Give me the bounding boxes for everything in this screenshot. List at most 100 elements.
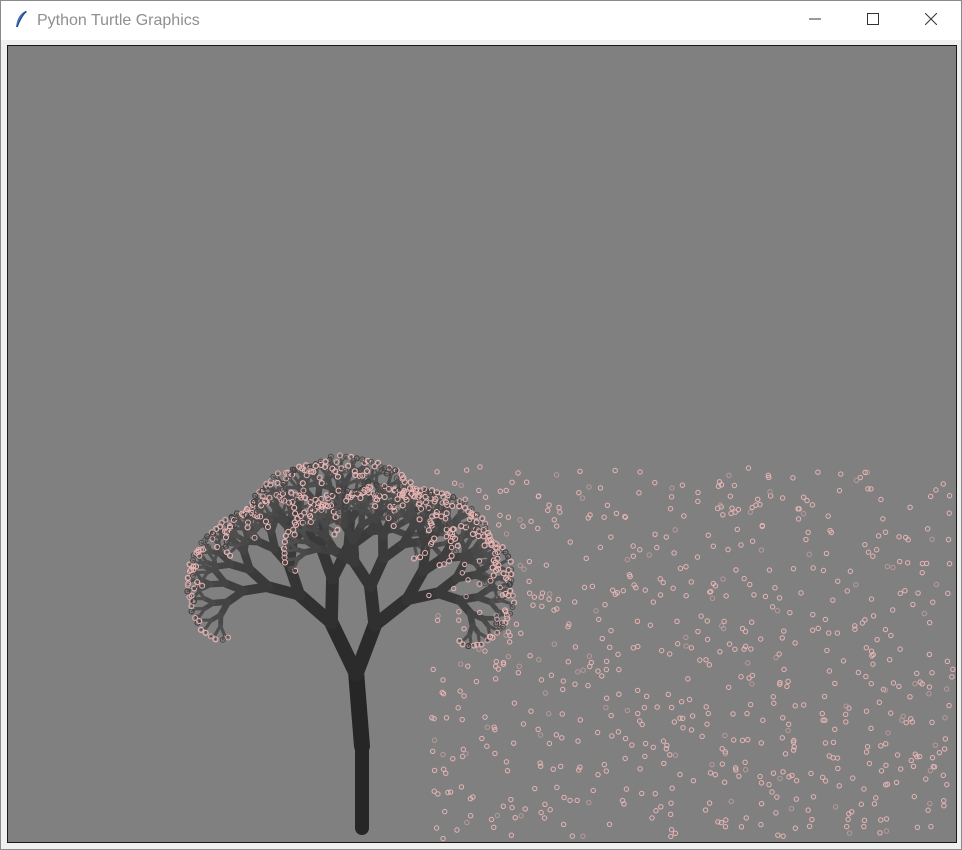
petal: [927, 800, 933, 807]
petal: [741, 575, 747, 582]
petal: [672, 527, 678, 533]
petal: [803, 536, 809, 543]
petal: [780, 769, 786, 775]
petal: [431, 788, 437, 794]
petal: [732, 646, 738, 652]
petal: [896, 558, 903, 565]
petal: [661, 760, 667, 767]
branch: [288, 556, 300, 562]
petal: [547, 591, 553, 597]
petal: [442, 808, 448, 815]
petal: [688, 645, 695, 651]
petal: [868, 596, 875, 602]
petal: [747, 581, 753, 588]
petal: [739, 737, 746, 744]
petal: [523, 479, 530, 485]
petal: [698, 613, 704, 619]
petal: [460, 746, 466, 753]
petal: [567, 797, 573, 804]
petal: [597, 544, 604, 551]
petal: [942, 715, 948, 721]
petal: [929, 536, 935, 543]
petal: [725, 546, 731, 553]
petal: [695, 498, 701, 505]
petal: [694, 554, 701, 560]
petal: [745, 465, 752, 471]
close-button[interactable]: [902, 1, 960, 40]
maximize-button[interactable]: [844, 1, 902, 40]
petal: [742, 767, 749, 773]
petal: [748, 619, 755, 625]
petal: [504, 767, 511, 774]
petal: [554, 784, 560, 791]
petal: [555, 596, 562, 603]
turtle-canvas[interactable]: [7, 45, 957, 843]
petal: [792, 825, 799, 831]
petal: [844, 588, 850, 594]
petal: [722, 732, 728, 739]
petal: [497, 488, 503, 494]
petal: [642, 753, 648, 760]
petal: [572, 644, 579, 650]
petal: [553, 472, 560, 478]
petal: [774, 794, 780, 800]
petal: [637, 547, 643, 553]
petal: [493, 658, 500, 665]
petal: [488, 816, 495, 823]
minimize-button[interactable]: [786, 1, 844, 40]
petal: [712, 771, 719, 778]
branch: [325, 473, 334, 491]
petal: [780, 833, 786, 839]
petal: [503, 487, 509, 494]
petal: [491, 824, 497, 831]
petal: [903, 719, 909, 726]
petal: [546, 740, 553, 747]
petal: [706, 662, 713, 668]
title-bar[interactable]: Python Turtle Graphics: [1, 1, 961, 40]
petal: [863, 645, 870, 651]
petal: [512, 814, 518, 821]
petal: [576, 767, 582, 773]
petal: [830, 739, 837, 745]
petal: [890, 564, 896, 571]
petal: [774, 607, 781, 614]
petal: [946, 493, 953, 499]
petal: [457, 688, 463, 694]
petal: [559, 711, 565, 717]
petal: [542, 690, 549, 696]
petal: [493, 663, 499, 669]
petal: [878, 817, 884, 823]
petal: [723, 593, 729, 599]
petal: [577, 764, 583, 770]
petal: [590, 787, 596, 794]
petal: [762, 593, 769, 600]
petal: [926, 684, 933, 690]
petal: [476, 487, 482, 494]
petal: [499, 592, 506, 598]
petal: [706, 800, 713, 806]
petal: [650, 744, 656, 750]
branch: [339, 454, 343, 464]
petal: [440, 677, 446, 683]
petal: [863, 708, 870, 714]
petal: [595, 668, 601, 674]
petal: [458, 784, 465, 790]
petal: [888, 632, 894, 639]
petal: [757, 773, 763, 780]
petal: [615, 651, 621, 658]
petal: [520, 721, 527, 727]
petal: [497, 512, 503, 519]
petal: [671, 719, 678, 725]
petal: [767, 493, 774, 499]
petal: [667, 811, 674, 818]
petal: [945, 536, 952, 543]
petal: [559, 735, 565, 741]
petal: [870, 553, 876, 559]
petal: [767, 489, 773, 495]
petal: [926, 651, 933, 658]
petal: [722, 823, 729, 830]
petal: [927, 493, 934, 500]
branch: [348, 666, 370, 754]
petal: [484, 504, 491, 511]
petal: [815, 625, 821, 632]
